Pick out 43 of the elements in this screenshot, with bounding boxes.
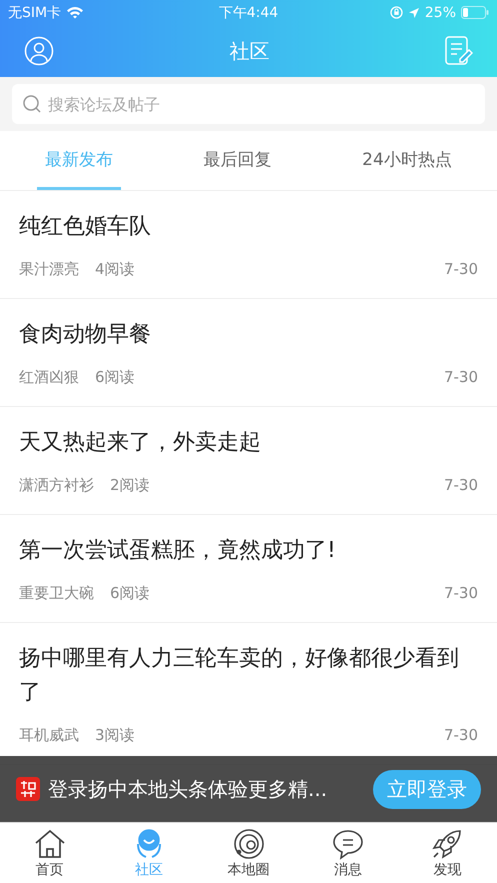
read-count: 2阅读 [110,476,150,495]
read-count: 6阅读 [110,584,150,603]
location-icon [408,6,420,18]
search-icon [22,94,42,114]
page-title: 社区 [230,38,270,64]
post-date: 7-30 [444,368,478,387]
post-date: 7-30 [444,584,478,603]
nav-item[interactable]: 本地圈 [198,823,298,883]
post-title[interactable]: 食肉动物早餐 [19,318,478,352]
planet-icon [232,827,266,861]
post-title[interactable]: 纯红色婚车队 [19,210,478,244]
post-date: 7-30 [444,260,478,279]
wifi-icon [66,6,84,19]
app-logo-icon [16,777,40,801]
post-title[interactable]: 天又热起来了，外卖走起 [19,426,478,460]
profile-icon[interactable] [24,36,54,66]
post-author: 潇洒方衬衫 [19,476,94,495]
post-date: 7-30 [444,726,478,745]
nav-item[interactable]: 消息 [298,823,398,883]
home-icon [32,827,67,861]
battery-percent: 25% [424,4,456,20]
nav-item[interactable]: 发现 [398,823,497,883]
search-field[interactable]: 搜索论坛及帖子 [12,84,485,124]
carrier: 无SIM卡 [8,4,62,22]
rotation-lock-icon [390,6,403,19]
post-author: 重要卫大碗 [19,584,94,603]
read-count: 6阅读 [95,368,135,387]
tab[interactable]: 24小时热点 [354,131,460,190]
read-count: 3阅读 [95,726,135,745]
post-author: 红酒凶狠 [19,368,79,387]
battery-icon [461,6,489,19]
nav-item[interactable]: 首页 [0,823,100,883]
post-date: 7-30 [444,476,478,495]
post-author: 耳机威武 [19,726,79,745]
post-title[interactable]: 第一次尝试蛋糕胚，竟然成功了! [19,534,478,568]
clock: 下午4:44 [218,4,278,22]
tab[interactable]: 最后回复 [196,131,280,190]
post-author: 果汁漂亮 [19,260,79,279]
chat-icon [330,827,365,861]
read-count: 4阅读 [95,260,135,279]
post-title[interactable]: 扬中哪里有人力三轮车卖的，好像都很少看到了 [19,642,478,710]
compose-icon[interactable] [445,36,473,66]
banner-text: 登录扬中本地头条体验更多精... [48,776,328,802]
